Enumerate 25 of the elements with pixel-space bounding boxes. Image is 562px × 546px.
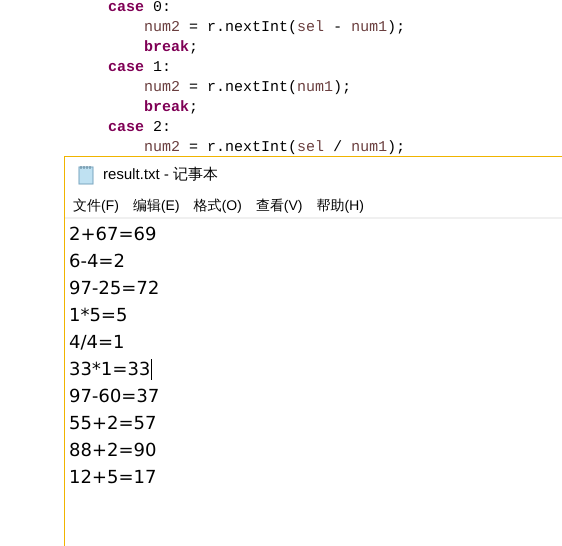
text-line: 4/4=1 (69, 331, 125, 355)
window-title: result.txt - 记事本 (103, 164, 218, 185)
text-line: 55+2=57 (69, 412, 156, 436)
code-line: num2 = r.nextInt(num1); (144, 79, 352, 96)
text-line: 88+2=90 (69, 439, 156, 463)
menu-item[interactable]: 文件(F) (73, 194, 119, 216)
code-line: case 1: (108, 59, 172, 76)
code-line: case 2: (108, 119, 172, 136)
code-line: num2 = r.nextInt(sel / num1); (144, 139, 406, 156)
text-line: 97-25=72 (69, 277, 160, 301)
code-line: num2 = r.nextInt(sel - num1); (144, 19, 406, 36)
menu-item[interactable]: 编辑(E) (132, 194, 180, 216)
text-line: 1*5=5 (69, 304, 128, 328)
code-line: break; (144, 99, 198, 116)
notepad-icon (77, 165, 95, 185)
code-line: break; (144, 39, 198, 56)
code-line: case 0: (108, 0, 172, 16)
text-line: 12+5=17 (69, 466, 156, 490)
menu-item[interactable]: 格式(O) (194, 194, 242, 216)
text-line: 2+67=69 (69, 223, 156, 247)
menu-item[interactable]: 帮助(H) (316, 194, 364, 216)
text-line: 6-4=2 (69, 250, 125, 274)
menu-item[interactable]: 查看(V) (256, 194, 302, 216)
text-line: 33*1=33 (69, 358, 150, 382)
text-line: 97-60=37 (69, 385, 160, 409)
